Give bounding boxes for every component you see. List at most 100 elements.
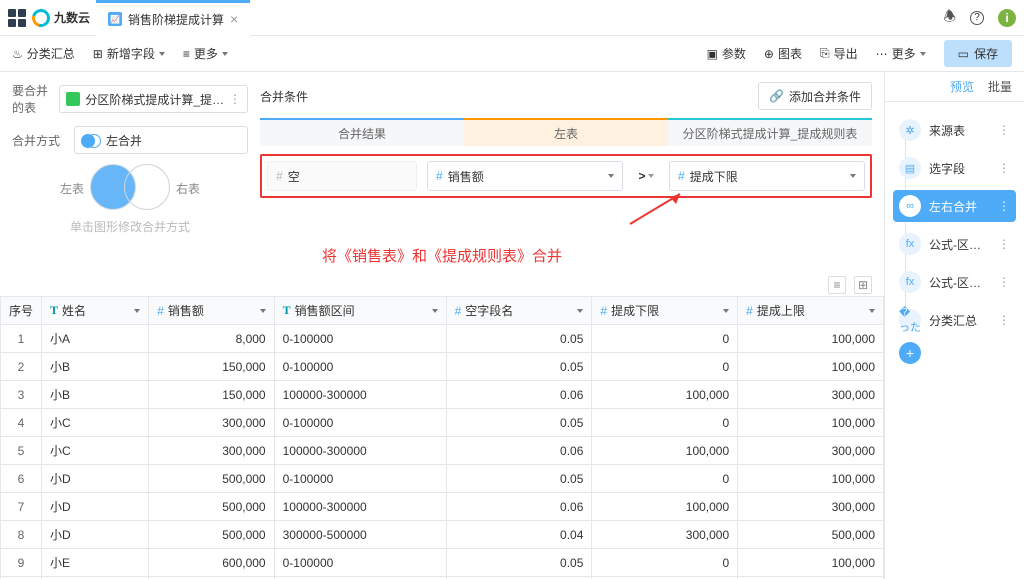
rp-tab-batch[interactable]: 批量 (988, 78, 1012, 95)
tool-more2[interactable]: ⋯更多 (876, 45, 926, 62)
add-step-button[interactable]: + (899, 342, 921, 364)
step-more-icon[interactable]: ⋮ (998, 275, 1010, 289)
pipeline-step[interactable]: �った分类汇总 ⋮ (893, 304, 1016, 336)
tool-summary[interactable]: ♨分类汇总 (12, 45, 75, 62)
table-row[interactable]: 7小D500,000100000-3000000.06100,000300,00… (1, 493, 884, 521)
save-button[interactable]: ▭保存 (944, 40, 1012, 67)
step-label: 来源表 (929, 122, 990, 139)
text-type-icon: T (283, 303, 291, 318)
venn-left-label: 左表 (60, 180, 84, 197)
brand-logo[interactable]: 九数云 (32, 9, 90, 27)
column-header[interactable]: #提成上限 (738, 297, 884, 325)
chevron-down-icon[interactable] (134, 309, 140, 313)
chevron-down-icon[interactable] (869, 309, 875, 313)
view-grid-icon[interactable]: ⊞ (854, 276, 872, 294)
step-more-icon[interactable]: ⋮ (998, 161, 1010, 175)
link-icon: 🔗 (769, 89, 784, 103)
annotation-text: 将《销售表》和《提成规则表》合并 (0, 245, 884, 266)
field-right-select[interactable]: # 提成下限 (669, 161, 865, 191)
close-icon[interactable]: × (230, 11, 238, 27)
step-icon: fx (899, 271, 921, 293)
table-row[interactable]: 8小D500,000300000-5000000.04300,000500,00… (1, 521, 884, 549)
hash-icon: # (678, 169, 685, 183)
venn-right-label: 右表 (176, 180, 200, 197)
rp-tab-preview[interactable]: 预览 (950, 78, 974, 95)
help-icon[interactable]: ? (970, 11, 984, 25)
field-left-select[interactable]: #销售额 (427, 161, 623, 191)
step-label: 公式-区间提成… (929, 274, 990, 291)
field-right-value: 提成下限 (690, 168, 738, 185)
notification-icon[interactable]: 🕭 (943, 6, 956, 30)
tool-export[interactable]: ⎘导出 (820, 45, 858, 62)
column-header[interactable]: #提成下限 (592, 297, 738, 325)
tool-params[interactable]: ▣参数 (707, 45, 746, 62)
step-label: 公式-区间销… (929, 236, 990, 253)
operator-select[interactable]: > (633, 162, 659, 190)
step-more-icon[interactable]: ⋮ (998, 123, 1010, 137)
column-header[interactable]: #销售额 (149, 297, 274, 325)
field-left-value: 销售额 (448, 168, 484, 185)
table-row[interactable]: 4小C300,0000-1000000.050100,000 (1, 409, 884, 437)
field-empty[interactable]: #空 (267, 161, 417, 191)
right-panel: 预览 批量 ✲来源表⋮▤选字段⋮∞左右合并⋮fx公式-区间销…⋮fx公式-区间提… (884, 72, 1024, 579)
add-condition-button[interactable]: 🔗添加合并条件 (758, 82, 872, 110)
table-row[interactable]: 2小B150,0000-1000000.050100,000 (1, 353, 884, 381)
chevron-down-icon[interactable] (260, 309, 266, 313)
view-list-icon[interactable]: ≡ (828, 276, 846, 294)
step-icon: fx (899, 233, 921, 255)
merge-table-label: 要合并的表 (12, 82, 53, 116)
avatar[interactable]: i (998, 9, 1016, 27)
chevron-down-icon[interactable] (432, 309, 438, 313)
table-row[interactable]: 3小B150,000100000-3000000.06100,000300,00… (1, 381, 884, 409)
pipeline-step[interactable]: fx 公式-区间销… ⋮ (893, 228, 1016, 260)
data-grid[interactable]: 序号T姓名#销售额T销售额区间#空字段名#提成下限#提成上限 1小A8,0000… (0, 296, 884, 579)
more-icon[interactable]: ⋮ (229, 92, 241, 106)
merge-table-select[interactable]: 分区阶梯式提成计算_提… ⋮ (59, 85, 248, 113)
column-header[interactable]: T销售额区间 (274, 297, 446, 325)
pipeline-step[interactable]: ▤ 选字段 ⋮ (893, 152, 1016, 184)
tool-addfield[interactable]: ⊞新增字段 (93, 45, 165, 62)
condition-row: #空 #销售额 > # 提成下限 (260, 154, 872, 198)
pipeline-step[interactable]: fx 公式-区间提成… ⋮ (893, 266, 1016, 298)
grid-toolbar: ≡ ⊞ (0, 274, 884, 296)
tab-left[interactable]: 左表 (464, 118, 668, 146)
tool-chart[interactable]: ⊕图表 (764, 45, 802, 62)
column-header[interactable]: 序号 (1, 297, 42, 325)
condition-tabs: 合并结果 左表 分区阶梯式提成计算_提成规则表 (260, 118, 872, 146)
step-label: 分类汇总 (929, 312, 990, 329)
step-icon: ✲ (899, 119, 921, 141)
config-right: 合并条件 🔗添加合并条件 合并结果 左表 分区阶梯式提成计算_提成规则表 #空 … (260, 82, 872, 235)
pipeline-step[interactable]: ∞左右合并⋮ (893, 190, 1016, 222)
apps-icon[interactable] (8, 9, 26, 27)
chart-icon: 📈 (108, 12, 122, 26)
table-row[interactable]: 6小D500,0000-1000000.050100,000 (1, 465, 884, 493)
text-type-icon: T (50, 303, 58, 318)
venn-diagram[interactable] (90, 164, 170, 212)
table-row[interactable]: 1小A8,0000-1000000.050100,000 (1, 325, 884, 353)
column-header[interactable]: #空字段名 (446, 297, 592, 325)
step-icon: �った (899, 309, 921, 331)
topbar: 九数云 📈 销售阶梯提成计算 × 🕭 ? i (0, 0, 1024, 36)
tab-right[interactable]: 分区阶梯式提成计算_提成规则表 (668, 118, 872, 146)
toolbar: ♨分类汇总 ⊞新增字段 ≡更多 ▣参数 ⊕图表 ⎘导出 ⋯更多 ▭保存 (0, 36, 1024, 72)
step-more-icon[interactable]: ⋮ (998, 237, 1010, 251)
step-icon: ∞ (899, 195, 921, 217)
tool-more[interactable]: ≡更多 (183, 45, 228, 62)
table-row[interactable]: 5小C300,000100000-3000000.06100,000300,00… (1, 437, 884, 465)
number-type-icon: # (455, 304, 462, 318)
number-type-icon: # (157, 304, 164, 318)
column-header[interactable]: T姓名 (42, 297, 149, 325)
join-type-select[interactable]: 左合并 (74, 126, 248, 154)
pipeline-step[interactable]: ✲ 来源表 ⋮ (893, 114, 1016, 146)
step-icon: ▤ (899, 157, 921, 179)
step-more-icon[interactable]: ⋮ (998, 313, 1010, 327)
step-more-icon[interactable]: ⋮ (998, 199, 1010, 213)
table-row[interactable]: 9小E600,0000-1000000.050100,000 (1, 549, 884, 577)
tab-result[interactable]: 合并结果 (260, 118, 464, 146)
merge-table-value: 分区阶梯式提成计算_提… (85, 91, 224, 108)
chevron-down-icon[interactable] (577, 309, 583, 313)
step-label: 选字段 (929, 160, 990, 177)
workspace-tab[interactable]: 📈 销售阶梯提成计算 × (96, 0, 250, 36)
chevron-down-icon[interactable] (723, 309, 729, 313)
condition-title: 合并条件 (260, 88, 308, 105)
